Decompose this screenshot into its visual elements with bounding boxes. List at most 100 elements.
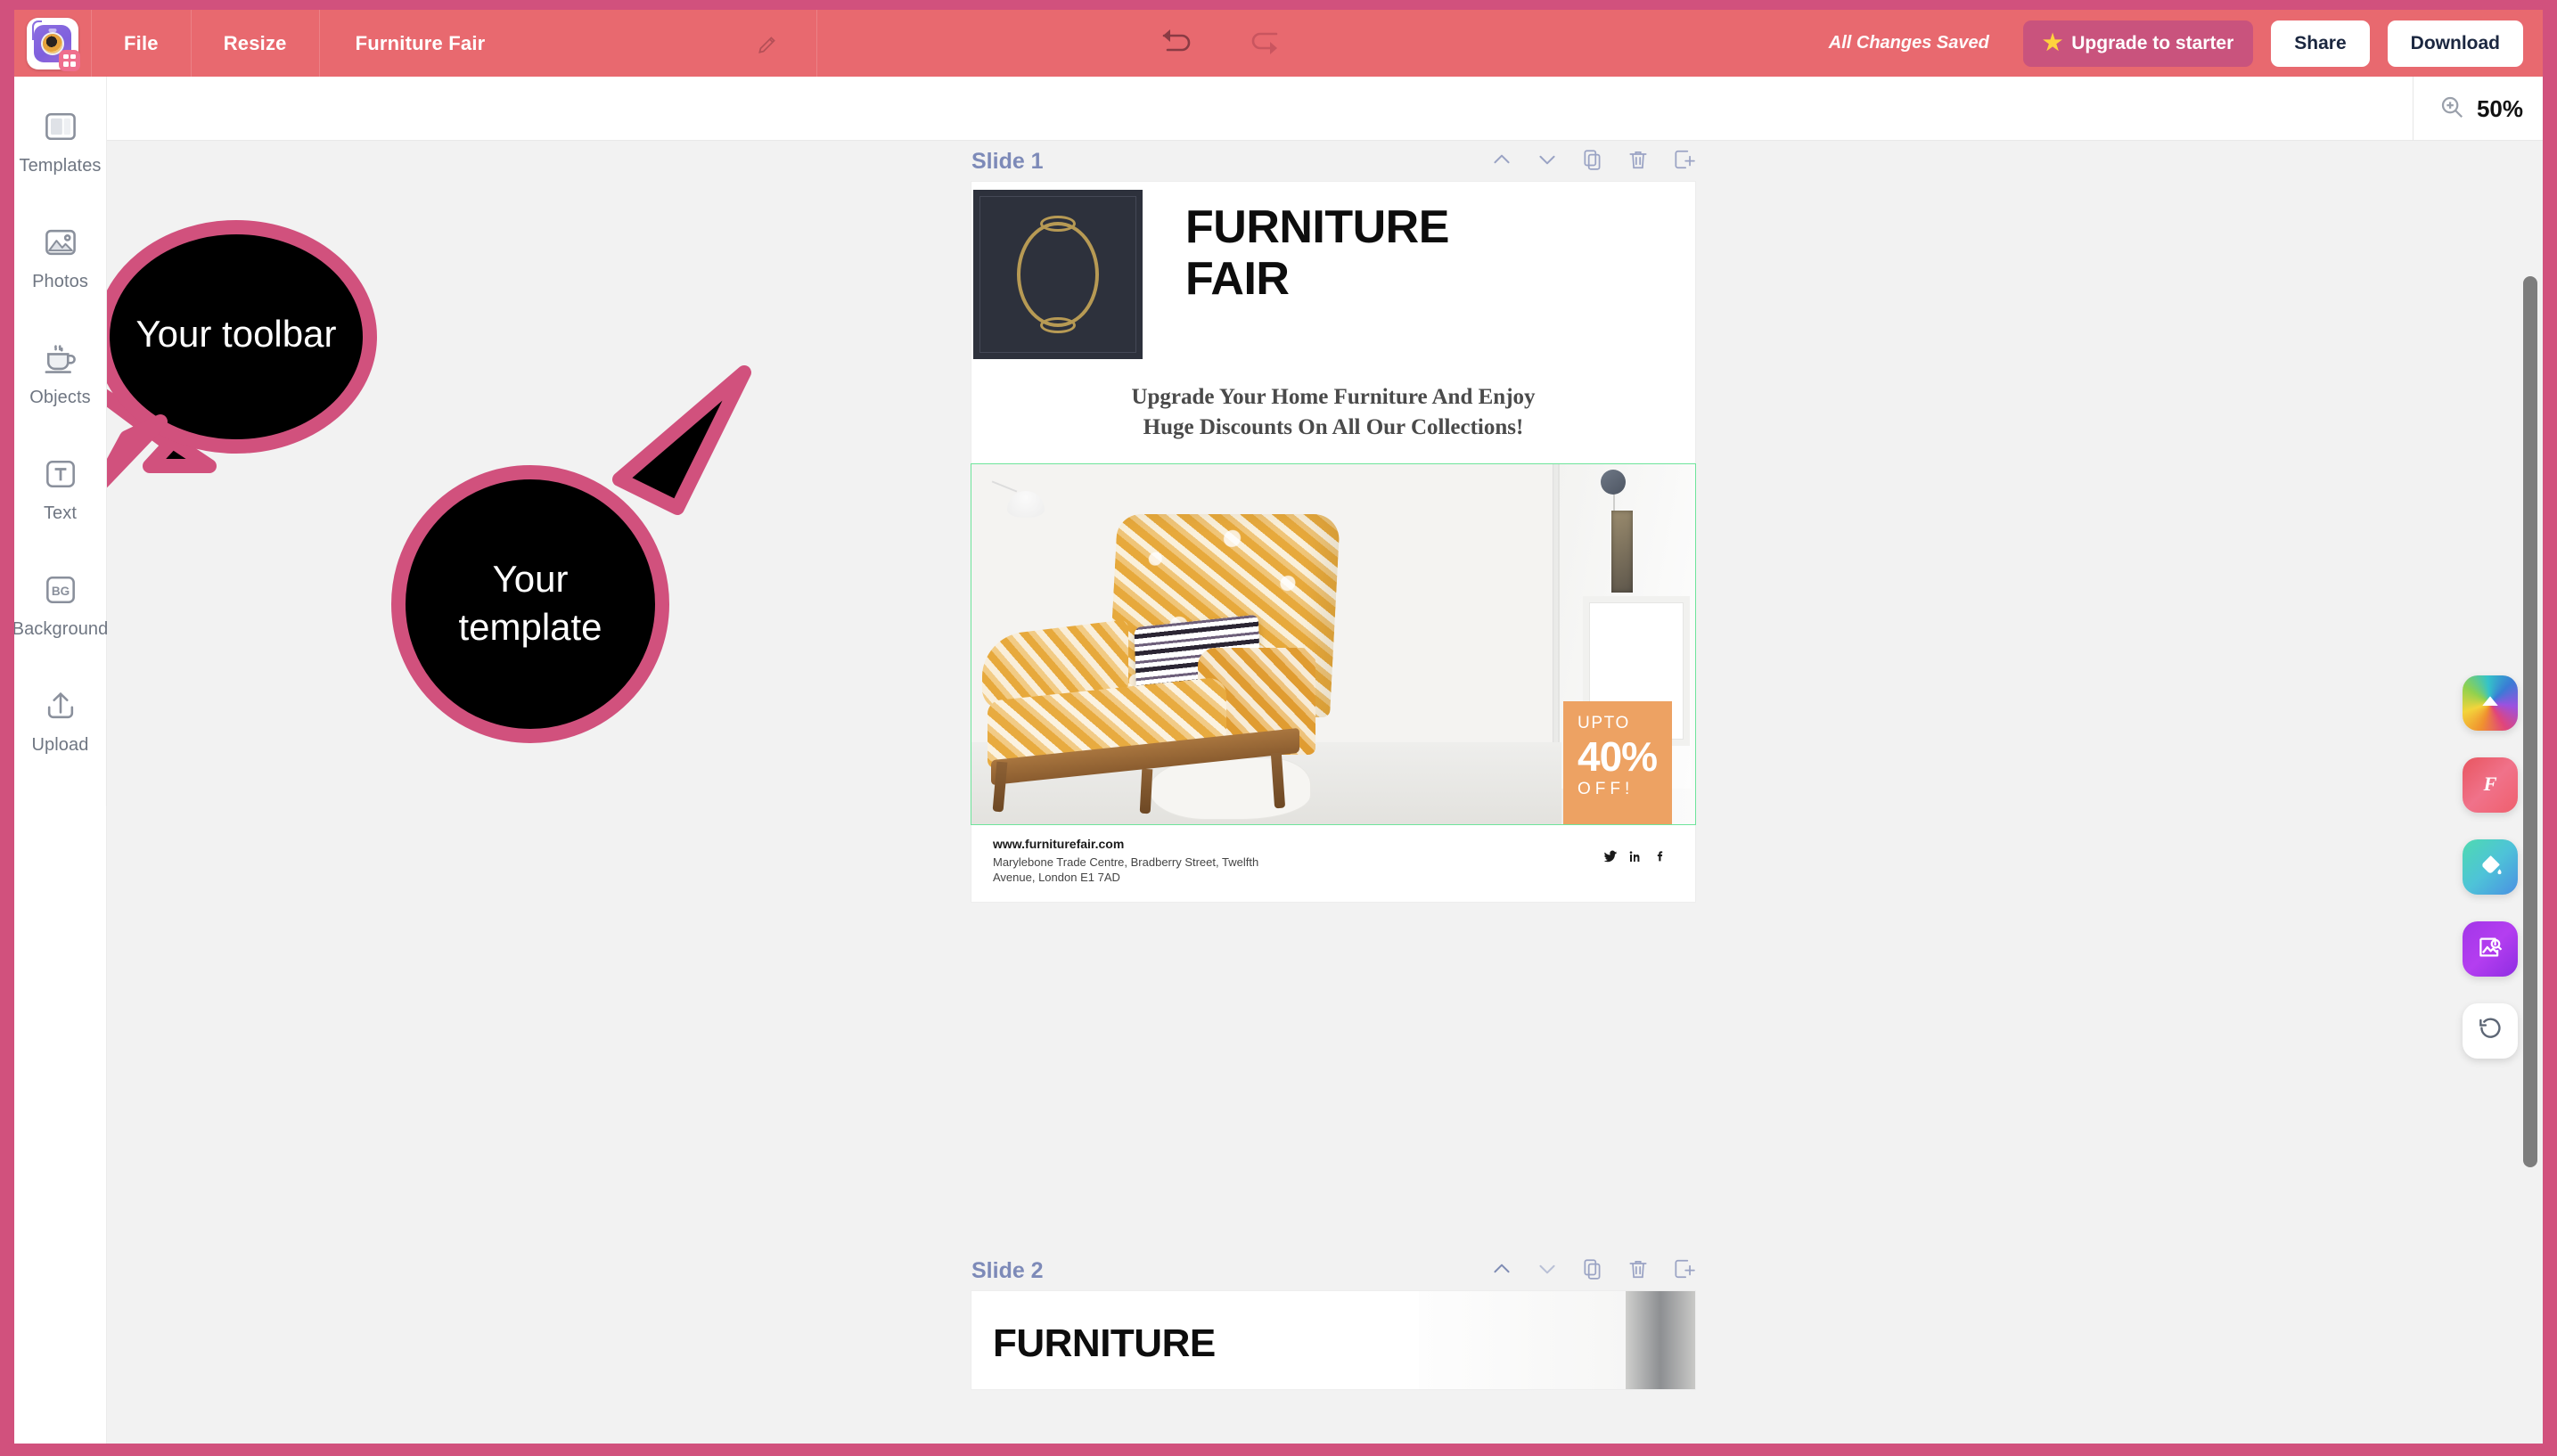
zoom-control[interactable]: 50% (2412, 77, 2523, 141)
tool-colors[interactable] (2463, 675, 2518, 731)
slide-1-canvas[interactable]: FURNITURE FAIR Upgrade Your Home Furnitu… (971, 182, 1696, 902)
sidebar-item-upload[interactable]: Upload (14, 686, 106, 756)
pencil-icon[interactable] (756, 33, 779, 61)
text-t-icon (41, 454, 80, 494)
callout-your-template: Your template (325, 346, 771, 791)
upload-arrow-icon (41, 686, 80, 725)
desk-lamp (991, 479, 1045, 518)
canvas-toolbar: 50% (14, 77, 2543, 141)
slide-title: Slide 1 (971, 148, 1044, 174)
upgrade-button-label: Upgrade to starter (2071, 32, 2234, 53)
sidebar-item-objects[interactable]: Objects (14, 339, 106, 408)
slide-add-button[interactable] (1672, 1257, 1695, 1285)
slide-subheading-line2: Huge Discounts On All Our Collections! (1143, 414, 1524, 439)
logo-grid-icon (59, 49, 80, 71)
slide-2-block: Slide 2 FURNITURE (971, 1250, 1695, 1389)
download-button[interactable]: Download (2387, 20, 2523, 67)
svg-text:F: F (2482, 773, 2496, 795)
menu-file[interactable]: File (92, 10, 191, 77)
twitter-icon[interactable] (1602, 849, 1618, 869)
badge-line2: 40% (1578, 732, 1658, 780)
linkedin-icon[interactable] (1628, 849, 1643, 868)
upgrade-button[interactable]: ★ Upgrade to starter (2022, 20, 2254, 67)
top-header-bar: File Resize Furniture Fair All Changes S… (14, 10, 2543, 77)
sidebar-label: Photos (32, 272, 88, 291)
template-layout-icon (41, 107, 80, 146)
facebook-icon[interactable] (1653, 849, 1665, 868)
slide-1-block: Slide 1 FURNITURE FAIR Upgrade Your Home… (971, 141, 1696, 902)
font-f-icon: F (2476, 769, 2504, 802)
slide-duplicate-button[interactable] (1581, 1257, 1604, 1285)
slide-move-down-button[interactable] (1536, 1257, 1559, 1285)
slide-move-down-button[interactable] (1536, 148, 1559, 176)
tool-fill[interactable] (2463, 839, 2518, 895)
slide-move-up-button[interactable] (1490, 1257, 1513, 1285)
share-button[interactable]: Share (2271, 20, 2370, 67)
slide-heading-line1: FURNITURE (1185, 201, 1449, 253)
discount-badge[interactable]: UPTO 40% OFF! (1563, 700, 1672, 824)
footer-address-line2: Avenue, London E1 7AD (993, 871, 1120, 885)
footer-socials (1602, 837, 1677, 869)
image-mountain-icon (41, 223, 80, 262)
badge-line3: OFF! (1578, 779, 1635, 798)
slide-toolbar (1490, 148, 1695, 176)
image-search-icon (2477, 934, 2504, 965)
slide-delete-button[interactable] (1627, 1257, 1650, 1285)
sidebar-item-templates[interactable]: Templates (14, 107, 106, 176)
slide-move-up-button[interactable] (1490, 148, 1513, 176)
footer-website: www.furniturefair.com (993, 836, 1125, 851)
slide-delete-button[interactable] (1627, 148, 1650, 176)
slide-header-row: FURNITURE FAIR (971, 182, 1695, 359)
slide-photo-element[interactable]: UPTO 40% OFF! (971, 462, 1696, 825)
door-knob (1601, 469, 1626, 495)
sidebar-label: Templates (19, 156, 102, 176)
sidebar-label: Objects (29, 388, 91, 407)
coffee-cup-icon (41, 339, 80, 378)
slide-2-canvas[interactable]: FURNITURE (971, 1291, 1695, 1389)
redo-arrow-icon[interactable] (1242, 23, 1285, 63)
slide-footer: www.furniturefair.com Marylebone Trade C… (971, 824, 1695, 902)
app-logo[interactable] (14, 10, 91, 77)
slide-toolbar (1490, 1257, 1695, 1285)
browser-frame: File Resize Furniture Fair All Changes S… (0, 0, 2557, 1456)
sidebar-label: Upload (31, 735, 89, 755)
ornate-oval-frame-logo[interactable] (973, 190, 1143, 359)
slide-duplicate-button[interactable] (1581, 148, 1604, 176)
save-status: All Changes Saved (1828, 33, 1989, 53)
tool-version-history[interactable] (2463, 1003, 2518, 1059)
canvas-scrollbar-thumb[interactable] (2523, 276, 2537, 1167)
footer-contact[interactable]: www.furniturefair.com Marylebone Trade C… (993, 837, 1287, 886)
bg-square-icon: BG (41, 570, 80, 609)
tool-fonts[interactable]: F (2463, 757, 2518, 813)
slide-title: Slide 2 (971, 1257, 1044, 1283)
svg-text:BG: BG (51, 585, 69, 598)
history-undo-icon (2476, 1015, 2504, 1048)
badge-line1: UPTO (1578, 713, 1630, 732)
sidebar-label: Background (14, 619, 109, 639)
sidebar-item-text[interactable]: Text (14, 454, 106, 524)
canvas-scrollbar-track[interactable] (2523, 272, 2537, 1444)
right-floating-toolbar: F (2463, 675, 2518, 1059)
zoom-in-magnifier-icon[interactable] (2438, 94, 2465, 125)
zoom-level: 50% (2476, 94, 2523, 122)
app-root: File Resize Furniture Fair All Changes S… (14, 10, 2543, 1444)
slide-heading-block[interactable]: FURNITURE FAIR (1143, 182, 1449, 359)
sidebar-item-background[interactable]: BG Background (14, 570, 109, 640)
slide-2-heading: FURNITURE (993, 1321, 1216, 1365)
tool-image-search[interactable] (2463, 921, 2518, 977)
left-sidebar: Templates Photos Objects Text BG Backgro… (14, 77, 109, 1444)
slide-2-header: Slide 2 (971, 1250, 1695, 1291)
slide-add-button[interactable] (1672, 148, 1695, 176)
undo-arrow-icon[interactable] (1155, 23, 1198, 63)
menu-resize[interactable]: Resize (192, 10, 319, 77)
star-icon: ★ (2042, 30, 2063, 55)
slide-1-header: Slide 1 (971, 141, 1695, 182)
footer-address-line1: Marylebone Trade Centre, Bradberry Stree… (993, 855, 1259, 869)
slide-subheading-block[interactable]: Upgrade Your Home Furniture And Enjoy Hu… (971, 359, 1695, 464)
color-palette-icon (2477, 688, 2504, 719)
canvas-scroll-area[interactable]: Slide 1 FURNITURE FAIR Upgrade Your Home… (107, 141, 2543, 1444)
slide-subheading-line1: Upgrade Your Home Furniture And Enjoy (1131, 385, 1536, 409)
sidebar-item-photos[interactable]: Photos (14, 223, 106, 292)
header-divider (816, 10, 817, 77)
document-title[interactable]: Furniture Fair (320, 10, 529, 77)
